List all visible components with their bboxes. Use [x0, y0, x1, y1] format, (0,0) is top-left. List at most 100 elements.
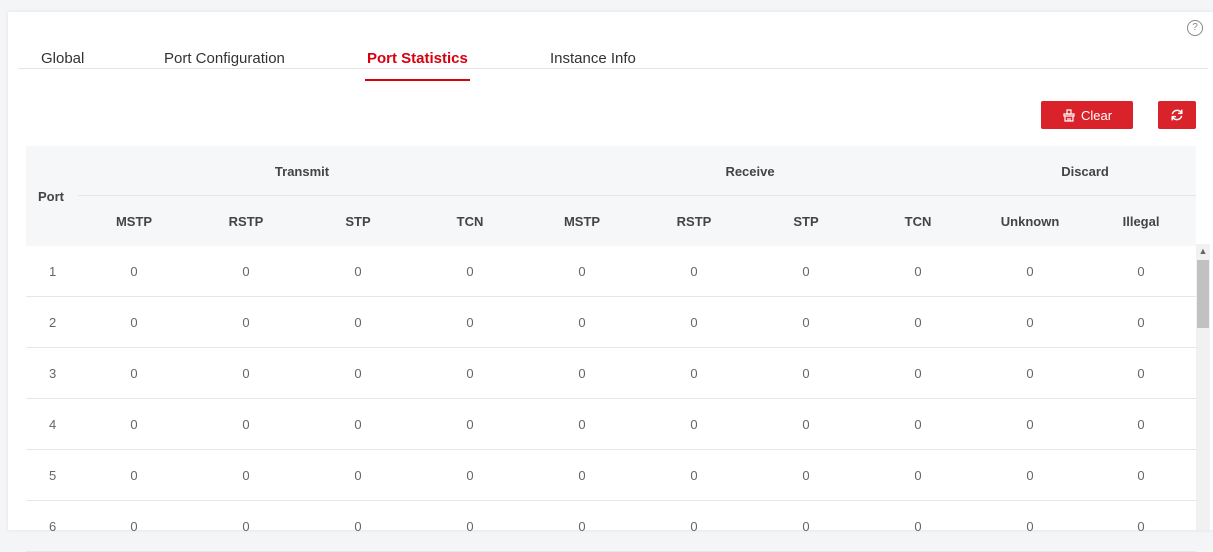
- stat-cell: 0: [974, 449, 1087, 501]
- stat-cell: 0: [78, 347, 190, 399]
- table-body: 1000000000020000000000300000000004000000…: [26, 246, 1197, 552]
- stat-cell: 0: [302, 449, 414, 501]
- stat-cell: 0: [78, 398, 190, 450]
- table-row: 30000000000: [26, 347, 1197, 399]
- column-header: RSTP: [638, 196, 750, 246]
- stat-cell: 0: [190, 449, 302, 501]
- port-cell: 6: [26, 500, 78, 552]
- stat-cell: 0: [638, 500, 750, 552]
- table-scrollbar[interactable]: ▲: [1196, 244, 1210, 530]
- port-cell: 2: [26, 296, 78, 348]
- stat-cell: 0: [862, 347, 975, 399]
- transmit-group-header: Transmit: [78, 146, 526, 196]
- help-icon[interactable]: ?: [1187, 20, 1203, 36]
- stat-cell: 0: [302, 398, 414, 450]
- stat-cell: 0: [526, 398, 638, 450]
- stat-cell: 0: [526, 246, 638, 297]
- stat-cell: 0: [302, 500, 414, 552]
- tab-global[interactable]: Global: [41, 50, 84, 82]
- stat-cell: 0: [302, 246, 414, 297]
- scroll-thumb[interactable]: [1197, 260, 1209, 328]
- stat-cell: 0: [974, 500, 1087, 552]
- stat-cell: 0: [862, 296, 975, 348]
- stat-cell: 0: [862, 246, 975, 297]
- stat-cell: 0: [974, 347, 1087, 399]
- stat-cell: 0: [190, 500, 302, 552]
- port-cell: 4: [26, 398, 78, 450]
- stat-cell: 0: [638, 398, 750, 450]
- stat-cell: 0: [78, 246, 190, 297]
- column-header: STP: [750, 196, 862, 246]
- column-header: TCN: [414, 196, 526, 246]
- stat-cell: 0: [526, 347, 638, 399]
- stat-cell: 0: [78, 296, 190, 348]
- stat-cell: 0: [526, 296, 638, 348]
- stat-cell: 0: [190, 398, 302, 450]
- stat-cell: 0: [974, 398, 1087, 450]
- stat-cell: 0: [414, 347, 526, 399]
- refresh-button[interactable]: [1158, 101, 1196, 129]
- stat-cell: 0: [750, 500, 862, 552]
- stat-cell: 0: [414, 500, 526, 552]
- stat-cell: 0: [750, 449, 862, 501]
- stat-cell: 0: [1086, 296, 1197, 348]
- stat-cell: 0: [862, 449, 975, 501]
- column-header: TCN: [862, 196, 975, 246]
- column-header: STP: [302, 196, 414, 246]
- port-cell: 5: [26, 449, 78, 501]
- stat-cell: 0: [526, 500, 638, 552]
- stat-cell: 0: [190, 246, 302, 297]
- stat-cell: 0: [638, 296, 750, 348]
- port-cell: 1: [26, 246, 78, 297]
- stat-cell: 0: [190, 296, 302, 348]
- tab-port-statistics[interactable]: Port Statistics: [365, 50, 470, 82]
- stat-cell: 0: [1086, 500, 1197, 552]
- stat-cell: 0: [862, 398, 975, 450]
- refresh-icon: [1171, 109, 1183, 121]
- stat-cell: 0: [78, 500, 190, 552]
- column-header: RSTP: [190, 196, 302, 246]
- stat-cell: 0: [638, 449, 750, 501]
- stat-cell: 0: [526, 449, 638, 501]
- clear-button[interactable]: Clear: [1041, 101, 1133, 129]
- table-row: 40000000000: [26, 398, 1197, 450]
- clear-button-label: Clear: [1080, 107, 1113, 123]
- column-header: Unknown: [974, 196, 1087, 246]
- stat-cell: 0: [1086, 398, 1197, 450]
- stat-cell: 0: [750, 246, 862, 297]
- tab-port-configuration[interactable]: Port Configuration: [164, 50, 285, 82]
- column-header: MSTP: [526, 196, 638, 246]
- stat-cell: 0: [78, 449, 190, 501]
- stat-cell: 0: [1086, 347, 1197, 399]
- stat-cell: 0: [302, 347, 414, 399]
- tab-instance-info[interactable]: Instance Info: [550, 50, 636, 82]
- column-header: Illegal: [1086, 196, 1197, 246]
- port-column-header: Port: [26, 146, 78, 246]
- column-header: MSTP: [78, 196, 190, 246]
- stat-cell: 0: [974, 246, 1087, 297]
- table-row: 20000000000: [26, 296, 1197, 348]
- scroll-up-icon[interactable]: ▲: [1196, 244, 1210, 258]
- port-statistics-table: Port Transmit Receive Discard MSTP RSTP …: [26, 146, 1197, 552]
- table-row: 10000000000: [26, 246, 1197, 297]
- port-cell: 3: [26, 347, 78, 399]
- stat-cell: 0: [414, 398, 526, 450]
- stat-cell: 0: [750, 296, 862, 348]
- stat-cell: 0: [1086, 246, 1197, 297]
- stat-cell: 0: [1086, 449, 1197, 501]
- clear-icon: [1063, 108, 1075, 122]
- stat-cell: 0: [638, 246, 750, 297]
- stat-cell: 0: [750, 347, 862, 399]
- stat-cell: 0: [414, 246, 526, 297]
- receive-group-header: Receive: [526, 146, 975, 196]
- stat-cell: 0: [302, 296, 414, 348]
- stat-cell: 0: [862, 500, 975, 552]
- tab-bar: Global Port Configuration Port Statistic…: [18, 36, 1208, 81]
- table-row: 50000000000: [26, 449, 1197, 501]
- stat-cell: 0: [414, 296, 526, 348]
- stat-cell: 0: [974, 296, 1087, 348]
- stat-cell: 0: [414, 449, 526, 501]
- stat-cell: 0: [638, 347, 750, 399]
- table-row: 60000000000: [26, 500, 1197, 552]
- stat-cell: 0: [750, 398, 862, 450]
